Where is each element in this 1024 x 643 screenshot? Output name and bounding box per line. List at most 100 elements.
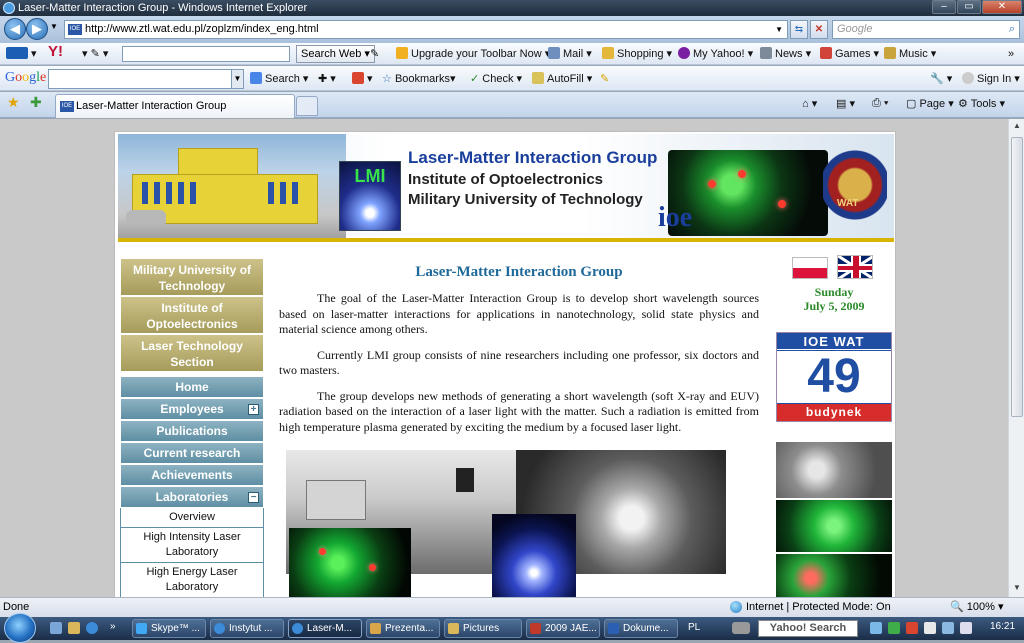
google-search-input[interactable]: ▼: [48, 69, 244, 89]
collapse-icon[interactable]: −: [248, 492, 259, 503]
side-photo-3: [776, 554, 892, 597]
tray-icon-1[interactable]: [870, 622, 882, 634]
hp-tray-icon[interactable]: [732, 622, 750, 634]
search-icon[interactable]: ⌕: [1009, 21, 1015, 38]
autofill-button[interactable]: AutoFill ▾: [532, 71, 592, 87]
nav-achievements[interactable]: Achievements: [120, 464, 264, 486]
banner-line-3: Military University of Technology: [408, 191, 643, 208]
nav-sub-high-energy-lab[interactable]: High Energy Laser Laboratory: [120, 563, 264, 597]
nav-current-research[interactable]: Current research: [120, 442, 264, 464]
nav-employees[interactable]: Employees +: [120, 398, 264, 420]
google-search-button[interactable]: Search ▾: [250, 71, 308, 87]
clock[interactable]: 16:21: [990, 621, 1015, 632]
volume-icon[interactable]: [960, 622, 972, 634]
polish-flag-icon[interactable]: [792, 257, 828, 279]
content-paragraph: Currently LMI group consists of nine res…: [279, 347, 759, 378]
google-plus-icon[interactable]: ✚ ▾: [318, 71, 336, 87]
show-desktop-icon[interactable]: [50, 622, 62, 634]
nav-laser-technology-section[interactable]: Laser Technology Section: [120, 334, 264, 372]
search-input[interactable]: Google ⌕: [832, 20, 1020, 39]
nav-home[interactable]: Home: [120, 376, 264, 398]
nav-military-university[interactable]: Military University of Technology: [120, 258, 264, 296]
current-date: Sunday July 5, 2009: [775, 285, 893, 313]
scroll-down-icon[interactable]: ▼: [1011, 583, 1023, 595]
side-photo-1: [776, 442, 892, 498]
address-toolbar: ◀ ▶ ▼ IOE http://www.ztl.wat.edu.pl/zopl…: [0, 16, 1024, 43]
print-icon[interactable]: ⎙ ▾: [872, 97, 888, 110]
network-icon[interactable]: [924, 622, 936, 634]
taskbar-instytut[interactable]: Instytut ...: [210, 619, 284, 638]
address-input[interactable]: IOE http://www.ztl.wat.edu.pl/zoplzm/ind…: [64, 20, 788, 39]
tray-icon-2[interactable]: [888, 622, 900, 634]
yahoo-search-input[interactable]: [122, 46, 290, 62]
explorer-icon[interactable]: [68, 622, 80, 634]
nav-sub-overview[interactable]: Overview: [120, 508, 264, 528]
taskbar-skype[interactable]: Skype™ ...: [132, 619, 206, 638]
taskbar-jae[interactable]: 2009 JAE...: [526, 619, 600, 638]
popup-blocker-icon[interactable]: ▾: [352, 71, 373, 87]
yahoo-logo-icon[interactable]: Y!: [48, 44, 63, 60]
wrench-icon[interactable]: 🔧 ▾: [930, 71, 952, 87]
back-button[interactable]: ◀: [4, 18, 26, 40]
home-icon[interactable]: ⌂ ▾: [802, 97, 817, 110]
minimize-button[interactable]: –: [932, 0, 956, 14]
taskbar-prezenta[interactable]: Prezenta...: [366, 619, 440, 638]
monitor-icon[interactable]: [942, 622, 954, 634]
favorites-star-icon[interactable]: ★: [7, 94, 20, 111]
web-page: LMI Laser-Matter Interaction Group Insti…: [114, 131, 896, 597]
yahoo-item-myyahoo[interactable]: My Yahoo! ▾: [678, 46, 753, 62]
yahoo-taskbar-search[interactable]: Yahoo! Search: [758, 620, 858, 637]
highlighter-icon[interactable]: ✎: [600, 71, 609, 87]
bookmarks-button[interactable]: ☆ Bookmarks▾: [382, 71, 456, 87]
taskbar-dokume[interactable]: Dokume...: [604, 619, 678, 638]
nav-publications[interactable]: Publications: [120, 420, 264, 442]
scroll-thumb[interactable]: [1011, 137, 1023, 417]
start-button[interactable]: [4, 613, 36, 643]
tab-active[interactable]: IOE Laser-Matter Interaction Group: [55, 94, 295, 118]
quicklaunch-overflow-icon[interactable]: »: [110, 621, 116, 632]
building-badge[interactable]: IOE WAT 49 budynek: [776, 332, 892, 422]
history-dropdown-icon[interactable]: ▼: [50, 22, 58, 31]
sign-in-button[interactable]: Sign In ▾: [962, 71, 1020, 87]
close-button[interactable]: ✕: [982, 0, 1022, 14]
yahoo-item-mail[interactable]: Mail ▾: [548, 46, 592, 62]
nav-institute-optoelectronics[interactable]: Institute of Optoelectronics: [120, 296, 264, 334]
hp-icon[interactable]: ▾: [6, 46, 37, 62]
vertical-scrollbar[interactable]: ▲ ▼: [1008, 119, 1024, 597]
taskbar-pictures[interactable]: Pictures: [444, 619, 522, 638]
yahoo-item-upgrade[interactable]: Upgrade your Toolbar Now ▾: [396, 46, 550, 62]
nav-sub-high-intensity-lab[interactable]: High Intensity Laser Laboratory: [120, 528, 264, 563]
highlight-icon[interactable]: ✎: [370, 46, 379, 62]
maximize-button[interactable]: ▭: [957, 0, 981, 14]
yahoo-item-shopping[interactable]: Shopping ▾: [602, 46, 672, 62]
security-zone[interactable]: Internet | Protected Mode: On: [730, 598, 891, 617]
refresh-icon[interactable]: ⇆: [790, 20, 808, 39]
date-full: July 5, 2009: [803, 299, 865, 313]
yahoo-item-news[interactable]: News ▾: [760, 46, 811, 62]
yahoo-item-music[interactable]: Music ▾: [884, 46, 936, 62]
tools-menu[interactable]: ⚙ Tools ▾: [958, 97, 1005, 110]
address-dropdown-icon[interactable]: ▼: [775, 21, 783, 38]
uk-flag-icon[interactable]: [837, 255, 873, 279]
language-indicator[interactable]: PL: [688, 622, 700, 633]
toolbar-overflow-icon[interactable]: »: [1008, 46, 1014, 62]
scroll-up-icon[interactable]: ▲: [1011, 121, 1023, 133]
expand-icon[interactable]: +: [248, 404, 259, 415]
pen-icon[interactable]: ▾ ✎ ▾: [82, 46, 108, 62]
forward-button[interactable]: ▶: [26, 18, 48, 40]
tray-icon-3[interactable]: [906, 622, 918, 634]
check-button[interactable]: ✓ Check ▾: [470, 71, 522, 87]
taskbar-laser[interactable]: Laser-M...: [288, 619, 362, 638]
yahoo-item-games[interactable]: Games ▾: [820, 46, 879, 62]
google-dropdown-icon[interactable]: ▼: [231, 70, 243, 88]
add-favorite-icon[interactable]: ✚: [30, 94, 42, 111]
feeds-icon[interactable]: ▤ ▾: [836, 97, 855, 110]
stop-icon[interactable]: ✕: [810, 20, 828, 39]
ie-quicklaunch-icon[interactable]: [86, 622, 98, 634]
new-tab-button[interactable]: [296, 96, 318, 116]
nav-laboratories[interactable]: Laboratories −: [120, 486, 264, 508]
banner-title: Laser-Matter Interaction Group Institute…: [408, 148, 657, 208]
page-menu[interactable]: ▢ Page ▾: [906, 97, 954, 110]
zoom-level[interactable]: 🔍 100% ▾: [950, 598, 1003, 617]
yahoo-search-button[interactable]: Search Web ▾: [296, 45, 375, 63]
